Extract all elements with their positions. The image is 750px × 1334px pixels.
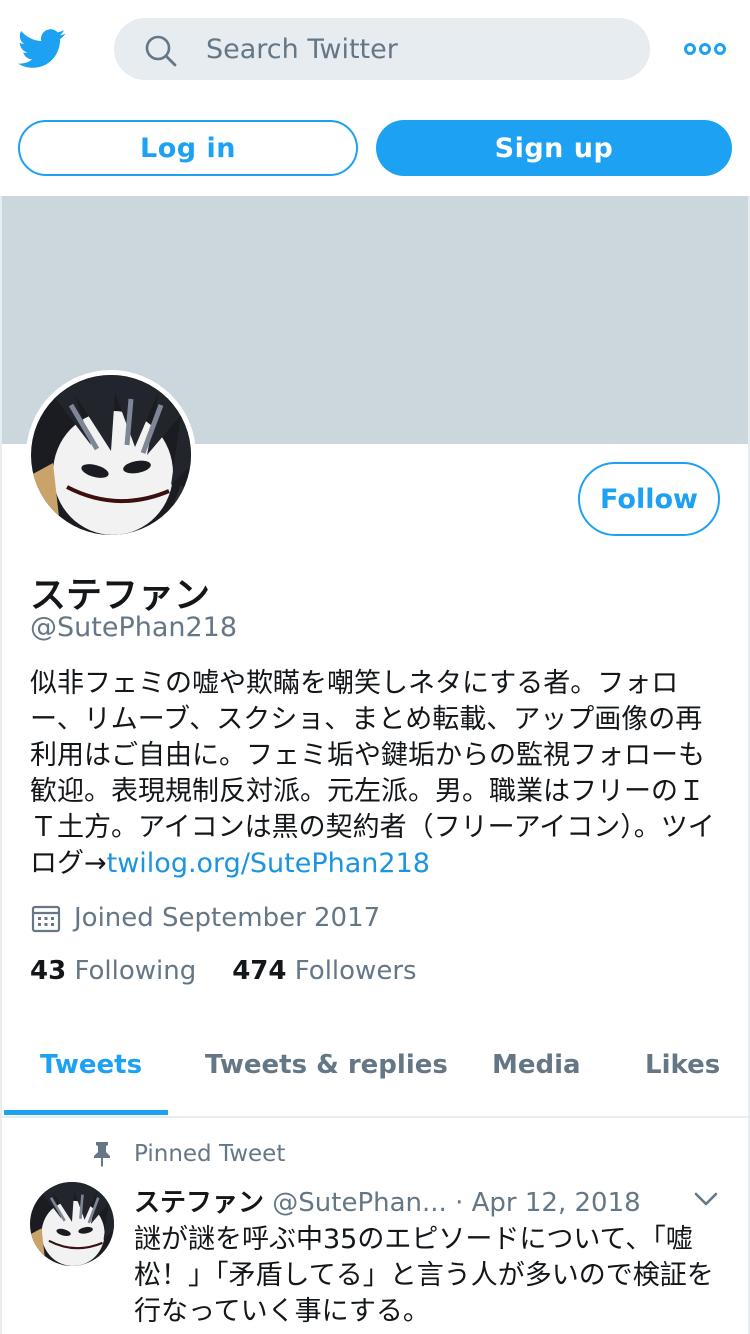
- tweet-separator: ·: [455, 1188, 464, 1218]
- bio-link[interactable]: twilog.org/SutePhan218: [107, 848, 430, 879]
- profile-avatar[interactable]: [26, 370, 196, 540]
- joined-text: Joined September 2017: [74, 903, 381, 933]
- followers-stat[interactable]: 474 Followers: [232, 956, 416, 986]
- profile-tabs: Tweets Tweets & replies Media Likes: [2, 1040, 748, 1118]
- profile-bio: 似非フェミの嘘や欺瞞を嘲笑しネタにする者。フォロー、リムーブ、スクショ、まとめ転…: [30, 666, 720, 882]
- pinned-label: Pinned Tweet: [92, 1138, 285, 1170]
- search-bar[interactable]: [114, 18, 650, 80]
- tweet-author-handle[interactable]: @SutePhan...: [272, 1188, 447, 1218]
- followers-count: 474: [232, 956, 287, 986]
- followers-label: Followers: [294, 956, 417, 986]
- more-options-icon[interactable]: [682, 36, 728, 62]
- search-input[interactable]: [206, 18, 626, 80]
- twitter-logo-icon[interactable]: [18, 28, 66, 70]
- pinned-text: Pinned Tweet: [134, 1141, 286, 1167]
- tab-tweets[interactable]: Tweets: [40, 1050, 142, 1080]
- tweet-author-name[interactable]: ステファン: [134, 1188, 264, 1218]
- top-bar: [0, 0, 750, 100]
- tab-likes[interactable]: Likes: [645, 1050, 720, 1080]
- calendar-icon: [31, 905, 61, 933]
- search-icon: [145, 35, 177, 67]
- following-count: 43: [30, 956, 67, 986]
- tweet-header: ステファン @SutePhan... · Apr 12, 2018: [134, 1182, 641, 1219]
- profile-handle: @SutePhan218: [30, 612, 238, 643]
- active-tab-indicator: [4, 1110, 168, 1115]
- tweet-text: 謎が謎を呼ぶ中35のエピソードについて、「嘘松！」「矛盾してる」と言う人が多いの…: [134, 1224, 714, 1327]
- tweet-avatar[interactable]: [30, 1182, 114, 1266]
- signup-button[interactable]: Sign up: [376, 120, 732, 176]
- tab-media[interactable]: Media: [492, 1050, 581, 1080]
- following-label: Following: [74, 956, 197, 986]
- joined-date: Joined September 2017: [30, 900, 380, 936]
- login-button[interactable]: Log in: [18, 120, 358, 176]
- profile-stats: 43 Following 474 Followers: [30, 956, 417, 986]
- avatar-image: [31, 375, 191, 535]
- follow-button[interactable]: Follow: [578, 462, 720, 536]
- chevron-down-icon[interactable]: [694, 1190, 718, 1208]
- tweet-avatar-image: [30, 1182, 114, 1266]
- tweet-date[interactable]: Apr 12, 2018: [472, 1188, 641, 1218]
- profile-name: ステファン: [30, 575, 211, 616]
- following-stat[interactable]: 43 Following: [30, 956, 196, 986]
- tab-tweets-and-replies[interactable]: Tweets & replies: [205, 1050, 448, 1080]
- pin-icon: [94, 1142, 110, 1167]
